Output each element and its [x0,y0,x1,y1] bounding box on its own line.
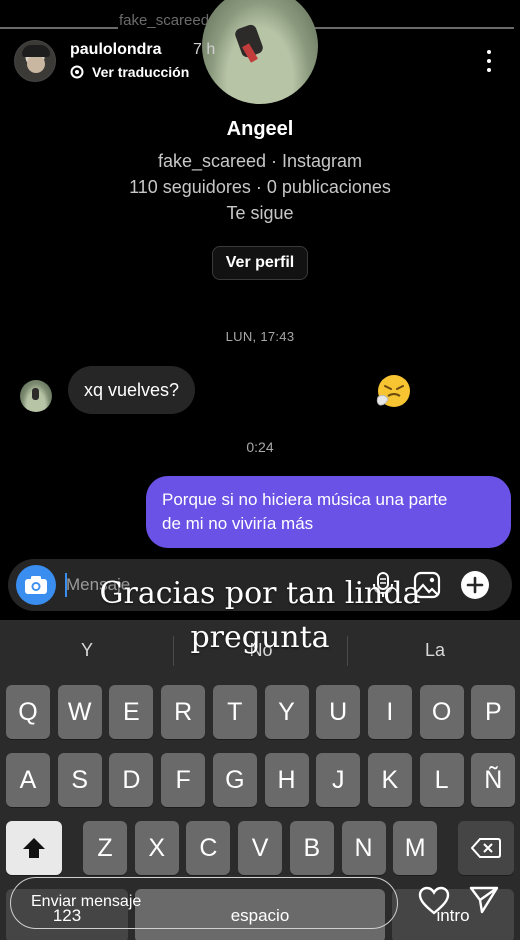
key-r[interactable]: R [161,685,206,739]
key-v[interactable]: V [238,821,283,875]
backspace-key[interactable] [458,821,514,875]
shift-key[interactable] [6,821,62,875]
key-p[interactable]: P [471,685,516,739]
send-icon[interactable] [468,884,500,916]
translate-icon [70,65,84,79]
story-reply-field[interactable]: Enviar mensaje [10,877,398,929]
profile-info: Angeel fake_scareed · Instagram 110 segu… [0,118,520,224]
message-timestamp: LUN, 17:43 [225,329,295,344]
key-y[interactable]: Y [264,685,309,739]
key-b[interactable]: B [289,821,334,875]
microphone-icon[interactable] [368,570,398,600]
add-icon[interactable] [460,570,490,600]
translate-label: Ver traducción [92,64,190,80]
story-reply-placeholder: Enviar mensaje [31,893,142,910]
backspace-icon [471,838,501,858]
key-o[interactable]: O [419,685,464,739]
incoming-message[interactable]: xq vuelves? [68,366,196,414]
key-x[interactable]: X [134,821,179,875]
shift-icon [23,838,45,858]
story-username[interactable]: paulolondra [70,41,162,59]
sender-avatar[interactable] [20,380,52,412]
message-input[interactable] [66,573,266,597]
outgoing-message[interactable]: Porque si no hiciera música una parte de… [146,476,511,548]
key-f[interactable]: F [161,753,206,807]
story-header: paulolondra 7 h Ver traducción [14,38,506,86]
progress-segment [0,27,118,29]
suggestion-bar: Y No La [0,620,520,676]
key-n[interactable]: N [341,821,386,875]
outgoing-message-line: de mi no viviría más [162,514,314,533]
suggestion-item[interactable]: Y [0,640,174,661]
camera-icon [25,576,47,594]
story-avatar[interactable] [14,40,56,82]
key-d[interactable]: D [109,753,154,807]
heart-icon[interactable] [418,886,450,916]
message-timestamp: 0:24 [246,439,274,455]
view-profile-button[interactable]: Ver perfil [212,246,308,280]
key-k[interactable]: K [367,753,412,807]
key-ñ[interactable]: Ñ [471,753,516,807]
translate-button[interactable]: Ver traducción [70,64,189,80]
sneezing-face-icon [376,375,410,407]
key-e[interactable]: E [109,685,154,739]
key-m[interactable]: M [393,821,438,875]
profile-stats: 110 seguidores · 0 publicaciones [129,177,391,197]
key-h[interactable]: H [264,753,309,807]
key-q[interactable]: Q [6,685,50,739]
key-t[interactable]: T [212,685,257,739]
key-g[interactable]: G [212,753,257,807]
key-j[interactable]: J [316,753,361,807]
suggestion-item[interactable]: La [348,640,520,661]
message-composer [8,559,512,611]
profile-name: Angeel [226,118,294,140]
camera-button[interactable] [16,565,56,605]
key-w[interactable]: W [57,685,102,739]
key-l[interactable]: L [419,753,464,807]
key-i[interactable]: I [367,685,412,739]
key-c[interactable]: C [186,821,231,875]
gallery-icon[interactable] [412,570,442,600]
outgoing-message-line: Porque si no hiciera música una parte [162,490,448,509]
ghost-handle: fake_scareed [119,12,210,29]
more-options-icon[interactable] [484,50,494,72]
key-z[interactable]: Z [83,821,127,875]
profile-follows-you: Te sigue [226,203,294,223]
suggestion-item[interactable]: No [174,640,348,661]
key-a[interactable]: A [6,753,50,807]
key-s[interactable]: S [57,753,102,807]
profile-subtitle: fake_scareed · Instagram [157,151,363,171]
key-u[interactable]: U [316,685,361,739]
story-time: 7 h [193,41,216,58]
